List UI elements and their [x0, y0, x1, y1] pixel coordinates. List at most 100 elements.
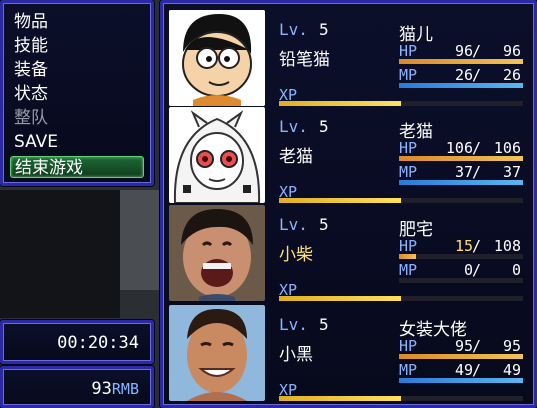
xp-gauge: XP	[279, 381, 523, 401]
gold-window: 93RMB	[0, 366, 154, 408]
hp-current: 95	[454, 337, 473, 355]
hp-gauge: HP 95 / 95	[399, 337, 523, 359]
mp-max: 26	[502, 66, 521, 84]
menu-item-formation[interactable]: 整队	[10, 107, 144, 129]
hp-separator: /	[471, 139, 481, 157]
mp-current: 26	[454, 66, 473, 84]
menu-item-skills[interactable]: 技能	[10, 35, 144, 57]
hp-max: 96	[502, 42, 521, 60]
mp-label: MP	[399, 361, 418, 379]
hp-label: HP	[399, 42, 418, 60]
menu-item-status[interactable]: 状态	[10, 83, 144, 105]
xp-bar-fill	[279, 296, 401, 301]
xp-bar	[279, 296, 523, 301]
hp-bar	[399, 354, 523, 359]
mp-current: 37	[454, 163, 473, 181]
menu-item-save[interactable]: SAVE	[10, 131, 144, 153]
map-shadow	[0, 190, 120, 318]
menu-item-items[interactable]: 物品	[10, 11, 144, 33]
hp-current: 15	[454, 237, 473, 255]
hp-current: 96	[454, 42, 473, 60]
hp-bar-fill	[399, 59, 523, 64]
mp-gauge: MP 0 / 0	[399, 261, 523, 283]
map-wall-tile	[120, 190, 160, 290]
xp-bar	[279, 101, 523, 106]
party-status-window: Lv. 5 铅笔猫 猫儿 HP 96 / 96 MP 26 / 26 XP Lv…	[160, 0, 537, 408]
actor-name: 小黑	[279, 345, 313, 365]
hp-bar-fill	[399, 156, 523, 161]
mp-gauge: MP 26 / 26	[399, 66, 523, 88]
mp-label: MP	[399, 163, 418, 181]
hp-gauge: HP 106 / 106	[399, 139, 523, 161]
xp-bar-fill	[279, 396, 401, 401]
level-value: 5	[319, 117, 329, 136]
menu-item-label: 物品	[14, 12, 48, 32]
menu-item-label: 状态	[14, 84, 48, 104]
mp-max: 49	[502, 361, 521, 379]
smiling-man-face-icon	[169, 305, 265, 401]
actor-row[interactable]: Lv. 5 铅笔猫 猫儿 HP 96 / 96 MP 26 / 26 XP	[169, 10, 529, 106]
mp-separator: /	[471, 361, 481, 379]
nobita-face-icon	[169, 10, 265, 106]
actor-name: 铅笔猫	[279, 50, 330, 70]
hp-gauge: HP 15 / 108	[399, 237, 523, 259]
hp-gauge: HP 96 / 96	[399, 42, 523, 64]
hp-bar	[399, 156, 523, 161]
mp-max: 37	[502, 163, 521, 181]
hp-separator: /	[471, 337, 481, 355]
menu-item-label: 技能	[14, 36, 48, 56]
menu-item-game-end[interactable]: 结束游戏	[10, 156, 144, 178]
laughing-man-face-icon	[169, 205, 265, 301]
command-menu: 物品 技能 装备 状态 整队 SAVE 结束游戏	[0, 0, 154, 186]
xp-gauge: XP	[279, 86, 523, 106]
gold-display: 93RMB	[91, 379, 139, 399]
playtime-window: 00:20:34	[0, 320, 154, 364]
mp-max: 0	[511, 261, 521, 279]
playtime-value: 00:20:34	[57, 333, 139, 353]
hp-max: 106	[493, 139, 521, 157]
xp-gauge: XP	[279, 281, 523, 301]
gold-amount: 93	[91, 379, 112, 399]
hp-label: HP	[399, 237, 418, 255]
hp-current: 106	[445, 139, 473, 157]
level-label: Lv.	[279, 117, 308, 136]
mp-gauge: MP 49 / 49	[399, 361, 523, 383]
hp-separator: /	[471, 237, 481, 255]
menu-item-label: 整队	[14, 108, 48, 128]
hp-separator: /	[471, 42, 481, 60]
white-haired-girl-face-icon	[169, 107, 265, 203]
hp-label: HP	[399, 337, 418, 355]
hp-max: 95	[502, 337, 521, 355]
level-label: Lv.	[279, 315, 308, 334]
level-value: 5	[319, 315, 329, 334]
menu-item-label: 装备	[14, 60, 48, 80]
mp-current: 49	[454, 361, 473, 379]
menu-item-label: 结束游戏	[15, 158, 83, 178]
mp-separator: /	[471, 163, 481, 181]
actor-row[interactable]: Lv. 5 小柴 肥宅 HP 15 / 108 MP 0 / 0 XP	[169, 205, 529, 301]
level-label: Lv.	[279, 215, 308, 234]
gold-unit: RMB	[111, 380, 139, 398]
actor-name: 小柴	[279, 245, 313, 265]
actor-row[interactable]: Lv. 5 老猫 老猫 HP 106 / 106 MP 37 / 37 XP	[169, 107, 529, 203]
menu-item-equip[interactable]: 装备	[10, 59, 144, 81]
level-label: Lv.	[279, 20, 308, 39]
actor-row[interactable]: Lv. 5 小黑 女装大佬 HP 95 / 95 MP 49 / 49 XP	[169, 305, 529, 401]
mp-label: MP	[399, 66, 418, 84]
actor-name: 老猫	[279, 147, 313, 167]
level-value: 5	[319, 215, 329, 234]
hp-bar	[399, 254, 523, 259]
mp-separator: /	[471, 66, 481, 84]
xp-bar	[279, 198, 523, 203]
xp-gauge: XP	[279, 183, 523, 203]
hp-label: HP	[399, 139, 418, 157]
hp-bar-fill	[399, 354, 523, 359]
mp-gauge: MP 37 / 37	[399, 163, 523, 185]
xp-bar	[279, 396, 523, 401]
mp-label: MP	[399, 261, 418, 279]
hp-bar-fill	[399, 254, 417, 259]
hp-bar	[399, 59, 523, 64]
hp-max: 108	[493, 237, 521, 255]
xp-bar-fill	[279, 198, 401, 203]
xp-bar-fill	[279, 101, 401, 106]
